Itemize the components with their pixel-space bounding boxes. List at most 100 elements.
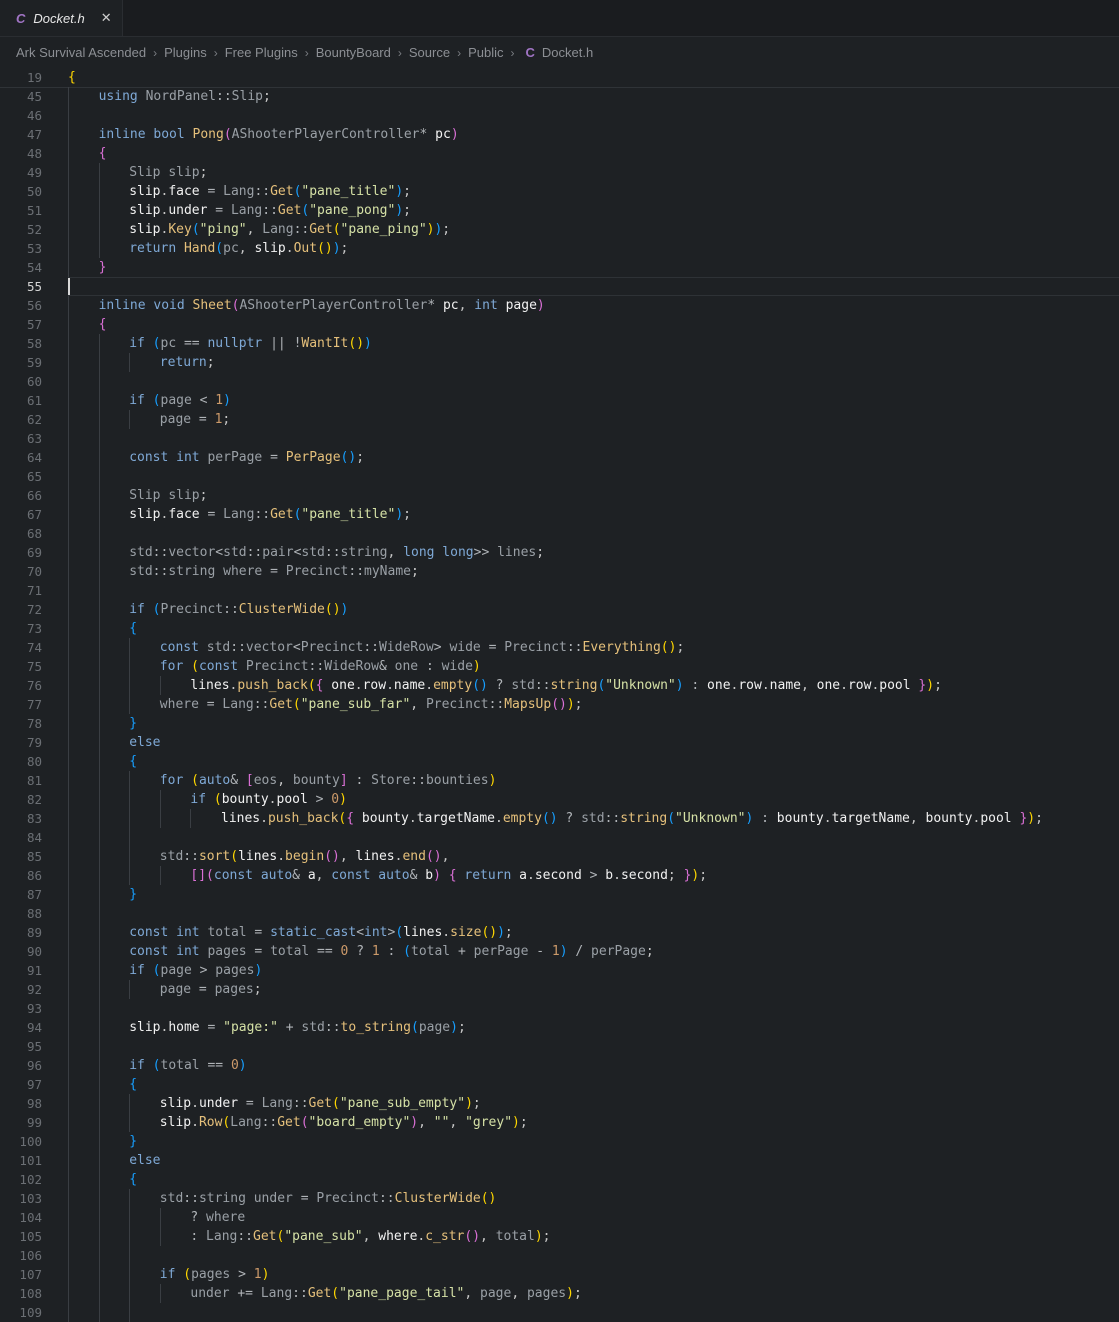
code-line[interactable]: 55: [0, 277, 1119, 296]
code-line[interactable]: 98 slip.under = Lang::Get("pane_sub_empty…: [0, 1094, 1119, 1113]
code-line[interactable]: 67 slip.face = Lang::Get("pane_title");: [0, 505, 1119, 524]
code-line[interactable]: 106: [0, 1246, 1119, 1265]
code-token: ClusterWide: [394, 1191, 481, 1206]
code-line[interactable]: 94 slip.home = "page:" + std::to_string(p…: [0, 1018, 1119, 1037]
indent-guide: [129, 676, 131, 695]
code-line[interactable]: 93: [0, 999, 1119, 1018]
breadcrumb-item[interactable]: Source: [409, 45, 450, 60]
indent-guide: [98, 410, 100, 429]
code-line[interactable]: 100}: [0, 1132, 1119, 1151]
tab-docket-h[interactable]: C Docket.h ✕: [0, 0, 123, 36]
code-token: (): [481, 925, 498, 940]
code-line[interactable]: 45 using NordPanel::Slip;: [0, 87, 1119, 106]
code-text: std::sort(lines.begin(), lines.end(),: [160, 847, 450, 866]
code-line[interactable]: 69 std::vector<std::pair<std::string, lon…: [0, 543, 1119, 562]
code-line[interactable]: 91 if (page > pages): [0, 961, 1119, 980]
code-line[interactable]: 50 slip.face = Lang::Get("pane_title");: [0, 182, 1119, 201]
code-editor[interactable]: 19{45 using NordPanel::Slip; 46 47 inline bo…: [0, 68, 1119, 1322]
code-token: (: [411, 1020, 419, 1035]
code-line[interactable]: 109: [0, 1303, 1119, 1322]
code-line[interactable]: 79 else: [0, 733, 1119, 752]
code-line[interactable]: 80 {: [0, 752, 1119, 771]
code-token: const: [198, 659, 246, 674]
code-line[interactable]: 102 {: [0, 1170, 1119, 1189]
code-line[interactable]: 76 lines.push_back({ one.row.name.empty()…: [0, 676, 1119, 695]
chevron-right-icon: ›: [213, 45, 218, 60]
code-line[interactable]: 62 page = 1;: [0, 410, 1119, 429]
breadcrumb-item[interactable]: BountyBoard: [316, 45, 391, 60]
code-line[interactable]: 59 return;: [0, 353, 1119, 372]
code-line[interactable]: 108 under += Lang::Get("pane_page_tail", …: [0, 1284, 1119, 1303]
code-line[interactable]: 49 Slip slip;: [0, 163, 1119, 182]
indent-guide: [98, 372, 100, 391]
code-line[interactable]: 95: [0, 1037, 1119, 1056]
close-icon[interactable]: ✕: [101, 10, 112, 26]
code-line[interactable]: 89 const int total = static_cast<int>(lin…: [0, 923, 1119, 942]
code-line[interactable]: 65: [0, 467, 1119, 486]
code-line[interactable]: 66 Slip slip;: [0, 486, 1119, 505]
code-line[interactable]: 54}: [0, 258, 1119, 277]
code-line[interactable]: 63: [0, 429, 1119, 448]
code-line[interactable]: 57 {: [0, 315, 1119, 334]
code-token: NordPanel: [145, 89, 217, 104]
code-line[interactable]: 82 if (bounty.pool > 0): [0, 790, 1119, 809]
code-line[interactable]: 74 const std::vector<Precinct::WideRow> w…: [0, 638, 1119, 657]
indent-guide: [98, 1246, 100, 1265]
code-line[interactable]: 101 else: [0, 1151, 1119, 1170]
code-line[interactable]: 73 {: [0, 619, 1119, 638]
code-token: row: [362, 678, 387, 693]
code-line[interactable]: 105: Lang::Get("pane_sub", where.c_str()…: [0, 1227, 1119, 1246]
code-line[interactable]: 83 lines.push_back({ bounty.targetName.em…: [0, 809, 1119, 828]
code-token: .: [386, 678, 394, 693]
code-line[interactable]: 104? where: [0, 1208, 1119, 1227]
indent-guide: [159, 866, 161, 885]
code-line[interactable]: 96 if (total == 0): [0, 1056, 1119, 1075]
indent-guide: [98, 1208, 100, 1227]
code-line[interactable]: 46: [0, 106, 1119, 125]
code-token: ;: [411, 564, 419, 579]
code-line[interactable]: 51 slip.under = Lang::Get("pane_pong");: [0, 201, 1119, 220]
code-line[interactable]: 107 if (pages > 1): [0, 1265, 1119, 1284]
indent-guide: [68, 125, 69, 144]
code-line[interactable]: 90 const int pages = total == 0 ? 1 : (to…: [0, 942, 1119, 961]
breadcrumb-item[interactable]: Docket.h: [542, 45, 593, 60]
code-token: push_back: [267, 811, 339, 826]
breadcrumb-item[interactable]: Free Plugins: [225, 45, 298, 60]
code-line[interactable]: 56 inline void Sheet(AShooterPlayerContro…: [0, 296, 1119, 315]
code-line[interactable]: 70 std::string where = Precinct::myName;: [0, 562, 1119, 581]
code-line[interactable]: 103 std::string under = Precinct::Cluster…: [0, 1189, 1119, 1208]
code-line[interactable]: 47 inline bool Pong(AShooterPlayerControl…: [0, 125, 1119, 144]
code-line[interactable]: 78}: [0, 714, 1119, 733]
code-line[interactable]: 88: [0, 904, 1119, 923]
code-line[interactable]: 75 for (const Precinct::WideRow& one : wi…: [0, 657, 1119, 676]
code-token: wide: [441, 659, 473, 674]
code-token: (): [340, 450, 357, 465]
code-line[interactable]: 87}: [0, 885, 1119, 904]
code-line[interactable]: 99 slip.Row(Lang::Get("board_empty"), "",…: [0, 1113, 1119, 1132]
code-line[interactable]: 85 std::sort(lines.begin(), lines.end(),: [0, 847, 1119, 866]
code-line[interactable]: 53 return Hand(pc, slip.Out());: [0, 239, 1119, 258]
code-line[interactable]: 71: [0, 581, 1119, 600]
code-line[interactable]: 86 [](const auto& a, const auto& b) { ret…: [0, 866, 1119, 885]
code-line[interactable]: 72 if (Precinct::ClusterWide()): [0, 600, 1119, 619]
code-line[interactable]: 48 {: [0, 144, 1119, 163]
code-line[interactable]: 81 for (auto& [eos, bounty] : Store::boun…: [0, 771, 1119, 790]
code-line[interactable]: 60: [0, 372, 1119, 391]
code-line[interactable]: 97 {: [0, 1075, 1119, 1094]
code-line[interactable]: 68: [0, 524, 1119, 543]
code-line[interactable]: 61 if (page < 1): [0, 391, 1119, 410]
code-line[interactable]: 19 {: [0, 68, 1119, 87]
code-token: ClusterWide: [238, 602, 325, 617]
indent-guide: [68, 676, 69, 695]
code-text: [](const auto& a, const auto& b) { retur…: [190, 866, 707, 885]
code-line[interactable]: 77 where = Lang::Get("pane_sub_far", Prec…: [0, 695, 1119, 714]
breadcrumb-item[interactable]: Public: [468, 45, 503, 60]
code-line[interactable]: 84: [0, 828, 1119, 847]
breadcrumb-item[interactable]: Plugins: [164, 45, 207, 60]
code-token: 1: [253, 1267, 262, 1282]
code-line[interactable]: 92 page = pages;: [0, 980, 1119, 999]
code-line[interactable]: 64 const int perPage = PerPage();: [0, 448, 1119, 467]
code-line[interactable]: 58 if (pc == nullptr || !WantIt()): [0, 334, 1119, 353]
code-line[interactable]: 52 slip.Key("ping", Lang::Get("pane_ping"…: [0, 220, 1119, 239]
breadcrumb-item[interactable]: Ark Survival Ascended: [16, 45, 146, 60]
